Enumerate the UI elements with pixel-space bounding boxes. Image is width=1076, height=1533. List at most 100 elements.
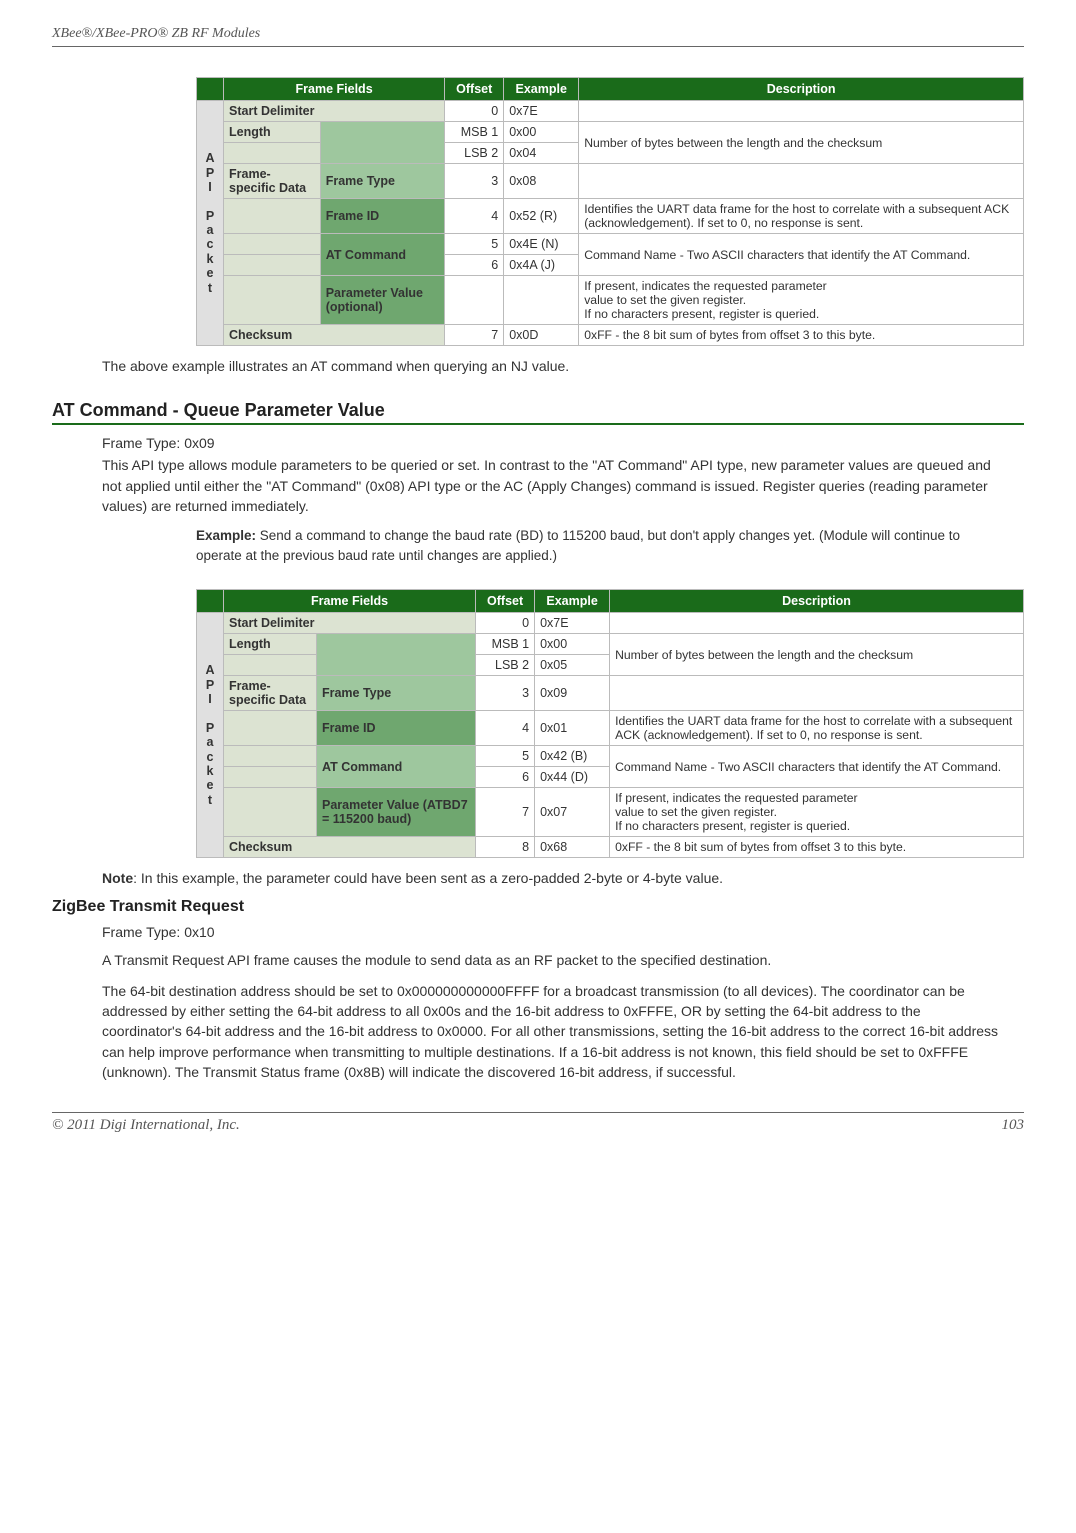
row-frame-type: Frame Type <box>320 164 444 199</box>
cell <box>579 164 1024 199</box>
page: XBee®/XBee-PRO® ZB RF Modules Frame Fiel… <box>0 0 1076 1154</box>
cell: 6 <box>445 255 504 276</box>
note-text: : In this example, the parameter could h… <box>133 870 723 886</box>
hdr-example: Example <box>504 78 579 101</box>
cell: 7 <box>445 325 504 346</box>
text: If no characters present, register is qu… <box>584 307 819 321</box>
cell: 3 <box>476 676 535 711</box>
cell: 6 <box>476 767 535 788</box>
text: value to set the given register. <box>615 805 777 819</box>
cell: 3 <box>445 164 504 199</box>
frame-type-line: Frame Type: 0x09 <box>102 435 1024 451</box>
cell <box>504 276 579 325</box>
footer-copyright: © 2011 Digi International, Inc. <box>52 1117 240 1134</box>
cell <box>224 711 317 746</box>
api-packet-stripe: APIPacket <box>197 101 224 346</box>
text: If no characters present, register is qu… <box>615 819 850 833</box>
row-param-value: Parameter Value (ATBD7 = 115200 baud) <box>316 788 475 837</box>
cell <box>224 746 317 767</box>
footer-page-number: 103 <box>1002 1117 1025 1134</box>
hdr-offset: Offset <box>445 78 504 101</box>
api-packet-stripe: APIPacket <box>197 613 224 858</box>
cell: LSB 2 <box>476 655 535 676</box>
hdr-description: Description <box>610 590 1024 613</box>
cell: Command Name - Two ASCII characters that… <box>579 234 1024 276</box>
row-start-delimiter: Start Delimiter <box>224 613 476 634</box>
cell <box>224 276 321 325</box>
example-label: Example: <box>196 528 256 543</box>
cell: 0x00 <box>504 122 579 143</box>
footer: © 2011 Digi International, Inc. 103 <box>52 1112 1024 1134</box>
row-fsd: Frame-specific Data <box>224 676 317 711</box>
hdr-example: Example <box>535 590 610 613</box>
cell: 0x0D <box>504 325 579 346</box>
cell <box>316 634 475 676</box>
row-length: Length <box>224 634 317 655</box>
cell: 0x44 (D) <box>535 767 610 788</box>
row-at-command: AT Command <box>316 746 475 788</box>
caption-a: The above example illustrates an AT comm… <box>102 356 1002 376</box>
cell <box>579 101 1024 122</box>
cell: 0x08 <box>504 164 579 199</box>
cell: 0 <box>445 101 504 122</box>
cell: 0x04 <box>504 143 579 164</box>
cell <box>224 655 317 676</box>
cell: 4 <box>476 711 535 746</box>
cell: 0x09 <box>535 676 610 711</box>
cell: MSB 1 <box>445 122 504 143</box>
cell: 8 <box>476 837 535 858</box>
cell <box>610 613 1024 634</box>
section-transmit-title: ZigBee Transmit Request <box>52 898 1024 916</box>
hdr-blank <box>197 590 224 613</box>
hdr-frame-fields: Frame Fields <box>224 590 476 613</box>
cell: 7 <box>476 788 535 837</box>
cell <box>224 788 317 837</box>
row-length: Length <box>224 122 321 143</box>
cell: LSB 2 <box>445 143 504 164</box>
cell <box>224 767 317 788</box>
cell: 5 <box>445 234 504 255</box>
row-fsd: Frame-specific Data <box>224 164 321 199</box>
cell: Command Name - Two ASCII characters that… <box>610 746 1024 788</box>
text: If present, indicates the requested para… <box>615 791 858 805</box>
running-header: XBee®/XBee-PRO® ZB RF Modules <box>52 26 1024 47</box>
row-param-value: Parameter Value (optional) <box>320 276 444 325</box>
cell <box>224 143 321 164</box>
hdr-blank <box>197 78 224 101</box>
cell: 0x07 <box>535 788 610 837</box>
cell: 5 <box>476 746 535 767</box>
cell: Number of bytes between the length and t… <box>579 122 1024 164</box>
cell: 0xFF - the 8 bit sum of bytes from offse… <box>610 837 1024 858</box>
cell <box>320 122 444 164</box>
row-frame-type: Frame Type <box>316 676 475 711</box>
paragraph: This API type allows module parameters t… <box>102 455 1002 516</box>
frame-type-line: Frame Type: 0x10 <box>102 924 1024 940</box>
cell: 0 <box>476 613 535 634</box>
cell: If present, indicates the requested para… <box>610 788 1024 837</box>
cell: 0x05 <box>535 655 610 676</box>
cell: 0x01 <box>535 711 610 746</box>
cell <box>224 199 321 234</box>
text: value to set the given register. <box>584 293 746 307</box>
cell: 0x7E <box>504 101 579 122</box>
hdr-offset: Offset <box>476 590 535 613</box>
note-b: Note: In this example, the parameter cou… <box>102 870 1024 886</box>
row-at-command: AT Command <box>320 234 444 276</box>
cell <box>224 234 321 255</box>
cell: 0x7E <box>535 613 610 634</box>
cell <box>610 676 1024 711</box>
cell: Identifies the UART data frame for the h… <box>579 199 1024 234</box>
cell: 0x4E (N) <box>504 234 579 255</box>
row-frame-id: Frame ID <box>320 199 444 234</box>
cell <box>445 276 504 325</box>
cell: 0x4A (J) <box>504 255 579 276</box>
cell: Number of bytes between the length and t… <box>610 634 1024 676</box>
cell: 0xFF - the 8 bit sum of bytes from offse… <box>579 325 1024 346</box>
cell: MSB 1 <box>476 634 535 655</box>
paragraph: A Transmit Request API frame causes the … <box>102 950 1002 970</box>
row-start-delimiter: Start Delimiter <box>224 101 445 122</box>
packet-table-a: Frame Fields Offset Example Description … <box>196 77 1024 346</box>
cell: If present, indicates the requested para… <box>579 276 1024 325</box>
packet-table-b: Frame Fields Offset Example Description … <box>196 589 1024 858</box>
example-body: Send a command to change the baud rate (… <box>196 528 960 563</box>
